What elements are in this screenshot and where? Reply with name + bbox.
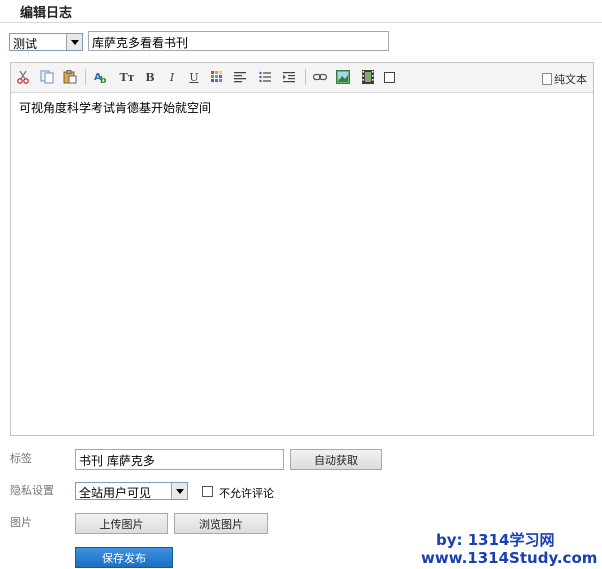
title-input-value: 库萨克多看看书刊 <box>92 36 189 50</box>
video-icon[interactable] <box>360 69 376 85</box>
underline-icon[interactable]: U <box>186 69 202 85</box>
editor-toolbar: Ab Tт B I U 纯文本 <box>11 63 593 93</box>
save-publish-label: 保存发布 <box>102 551 146 565</box>
no-comment-checkbox[interactable] <box>202 486 213 497</box>
paste-icon[interactable] <box>62 69 78 85</box>
upload-image-button[interactable]: 上传图片 <box>75 513 168 534</box>
find-icon[interactable]: Ab <box>93 69 109 85</box>
title-input[interactable]: 库萨克多看看书刊 <box>88 31 389 51</box>
auto-fetch-label: 自动获取 <box>314 453 358 467</box>
link-icon[interactable] <box>312 69 328 85</box>
tags-label: 标签 <box>10 452 32 465</box>
no-comment-label[interactable]: 不允许评论 <box>219 485 274 501</box>
color-icon[interactable] <box>209 69 225 85</box>
rich-text-editor[interactable]: Ab Tт B I U 纯文本 可视角度科学考试肯德基开始就空间 <box>10 62 594 436</box>
auto-fetch-button[interactable]: 自动获取 <box>290 449 382 470</box>
chevron-down-icon[interactable] <box>66 34 82 50</box>
plain-text-label: 纯文本 <box>554 73 587 86</box>
editor-content[interactable]: 可视角度科学考试肯德基开始就空间 <box>19 99 211 116</box>
svg-text:b: b <box>100 76 107 84</box>
checkbox-icon[interactable] <box>381 69 397 85</box>
image-icon[interactable] <box>335 69 351 85</box>
toolbar-separator <box>85 69 86 85</box>
privacy-label: 隐私设置 <box>10 484 54 497</box>
toolbar-separator <box>305 69 306 85</box>
italic-icon[interactable]: I <box>164 69 180 85</box>
copy-icon[interactable] <box>39 69 55 85</box>
watermark-line1: by: 1314学习网 <box>436 531 555 549</box>
tags-input-value: 书刊 库萨克多 <box>79 454 155 468</box>
plain-text-toggle[interactable]: 纯文本 <box>542 71 587 87</box>
image-label: 图片 <box>10 516 32 529</box>
cut-icon[interactable] <box>15 69 31 85</box>
bold-icon[interactable]: B <box>142 69 158 85</box>
chevron-down-icon[interactable] <box>171 483 187 499</box>
privacy-select[interactable]: 全站用户可见 <box>75 482 188 500</box>
browse-image-button[interactable]: 浏览图片 <box>174 513 268 534</box>
browse-image-label: 浏览图片 <box>199 517 243 531</box>
page-header: 编辑日志 <box>0 0 602 23</box>
upload-image-label: 上传图片 <box>99 517 144 531</box>
list-icon[interactable] <box>257 69 273 85</box>
category-select[interactable]: 测试 <box>9 33 83 51</box>
indent-icon[interactable] <box>281 69 297 85</box>
tags-input[interactable]: 书刊 库萨克多 <box>75 449 284 470</box>
watermark-line2: www.1314Study.com <box>421 549 598 567</box>
save-publish-button[interactable]: 保存发布 <box>75 547 173 568</box>
category-select-value: 测试 <box>13 37 38 51</box>
page-title: 编辑日志 <box>20 6 73 21</box>
document-icon <box>542 73 552 85</box>
font-size-icon[interactable]: Tт <box>119 69 135 85</box>
align-icon[interactable] <box>232 69 248 85</box>
privacy-select-value: 全站用户可见 <box>79 486 152 500</box>
